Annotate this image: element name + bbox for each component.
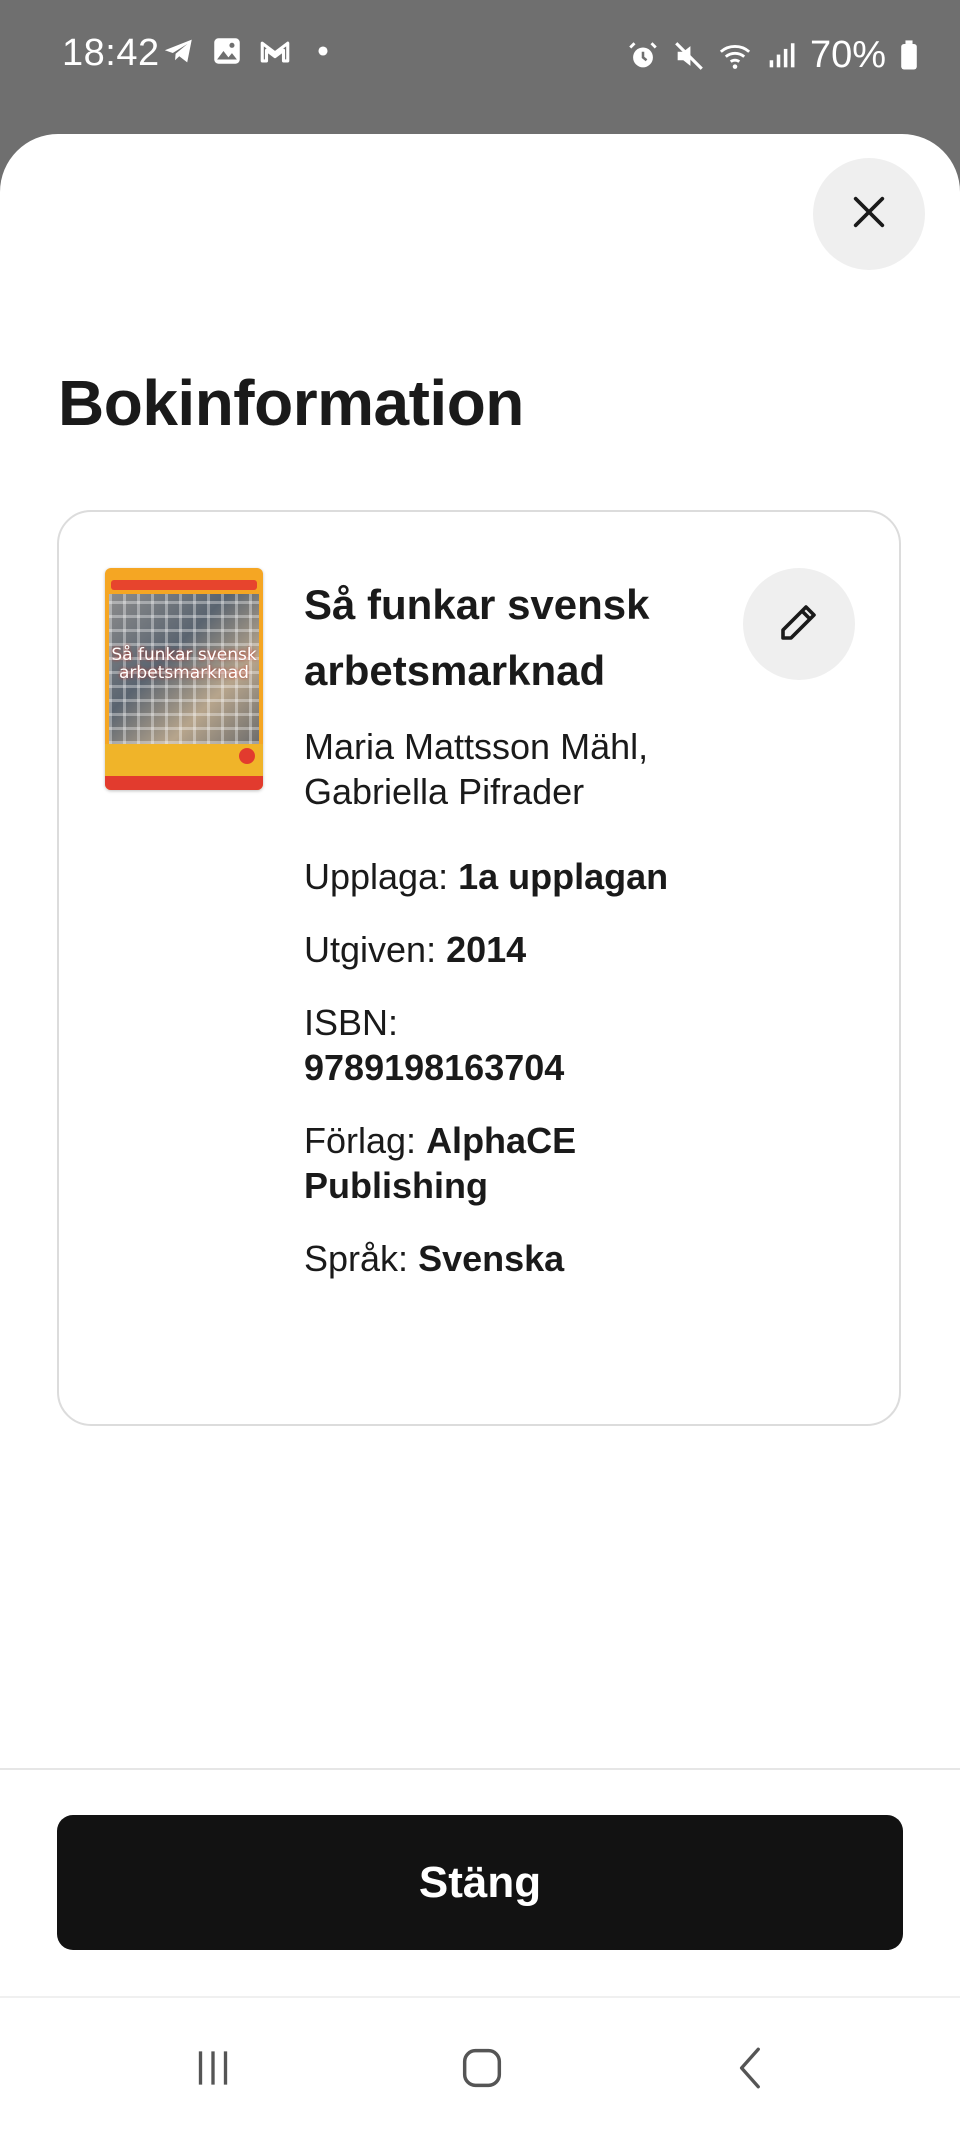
signal-icon <box>764 39 798 73</box>
telegram-icon <box>162 34 196 68</box>
back-icon[interactable] <box>722 2038 782 2098</box>
book-cover-image: Så funkar svensk arbetsmarknad <box>105 568 263 790</box>
status-time: 18:42 <box>62 32 160 74</box>
notification-icons <box>162 34 340 68</box>
system-icons: 70% <box>626 34 920 77</box>
recent-apps-icon[interactable] <box>183 2038 243 2098</box>
system-nav-bar <box>0 1998 960 2133</box>
edit-book-button[interactable] <box>743 568 855 680</box>
close-sheet-button[interactable] <box>813 158 925 270</box>
close-button[interactable]: Stäng <box>57 1815 903 1950</box>
close-icon <box>849 192 889 237</box>
cover-title: Så funkar svensk arbetsmarknad <box>111 645 257 683</box>
published-label: Utgiven: <box>304 929 437 970</box>
gmail-icon <box>258 34 292 68</box>
page-title: Bokinformation <box>58 367 524 439</box>
battery-icon <box>898 39 920 73</box>
publisher-label: Förlag: <box>304 1120 417 1161</box>
isbn-value: 9789198163704 <box>304 1047 565 1088</box>
battery-percent: 70% <box>809 34 886 76</box>
wifi-icon <box>718 39 752 73</box>
dot-icon <box>306 34 340 68</box>
published-row: Utgiven: 2014 <box>304 927 724 972</box>
isbn-label: ISBN: <box>304 1002 399 1043</box>
published-value: 2014 <box>446 929 527 970</box>
language-value: Svenska <box>418 1238 565 1279</box>
book-title: Så funkar svensk arbetsmarknad <box>304 581 650 694</box>
home-icon[interactable] <box>452 2038 512 2098</box>
footer-divider <box>0 1768 960 1770</box>
book-details: Så funkar svensk arbetsmarknad Maria Mat… <box>304 572 724 1281</box>
edition-label: Upplaga: <box>304 856 449 897</box>
alarm-icon <box>626 39 660 73</box>
edition-value: 1a upplagan <box>458 856 669 897</box>
status-bar: 18:42 70% <box>0 0 960 110</box>
gallery-icon <box>210 34 244 68</box>
book-card: Så funkar svensk arbetsmarknad Så funkar… <box>57 510 901 1426</box>
pencil-icon <box>775 598 823 651</box>
book-info-sheet: Bokinformation Så funkar svensk arbetsma… <box>0 134 960 2133</box>
publisher-row: Förlag: AlphaCE Publishing <box>304 1118 724 1208</box>
isbn-row: ISBN: 9789198163704 <box>304 1000 724 1090</box>
language-row: Språk: Svenska <box>304 1236 724 1281</box>
language-label: Språk: <box>304 1238 409 1279</box>
book-authors: Maria Mattsson Mähl, Gabriella Pifrader <box>304 726 649 812</box>
edition-row: Upplaga: 1a upplagan <box>304 854 724 899</box>
mute-icon <box>672 39 706 73</box>
